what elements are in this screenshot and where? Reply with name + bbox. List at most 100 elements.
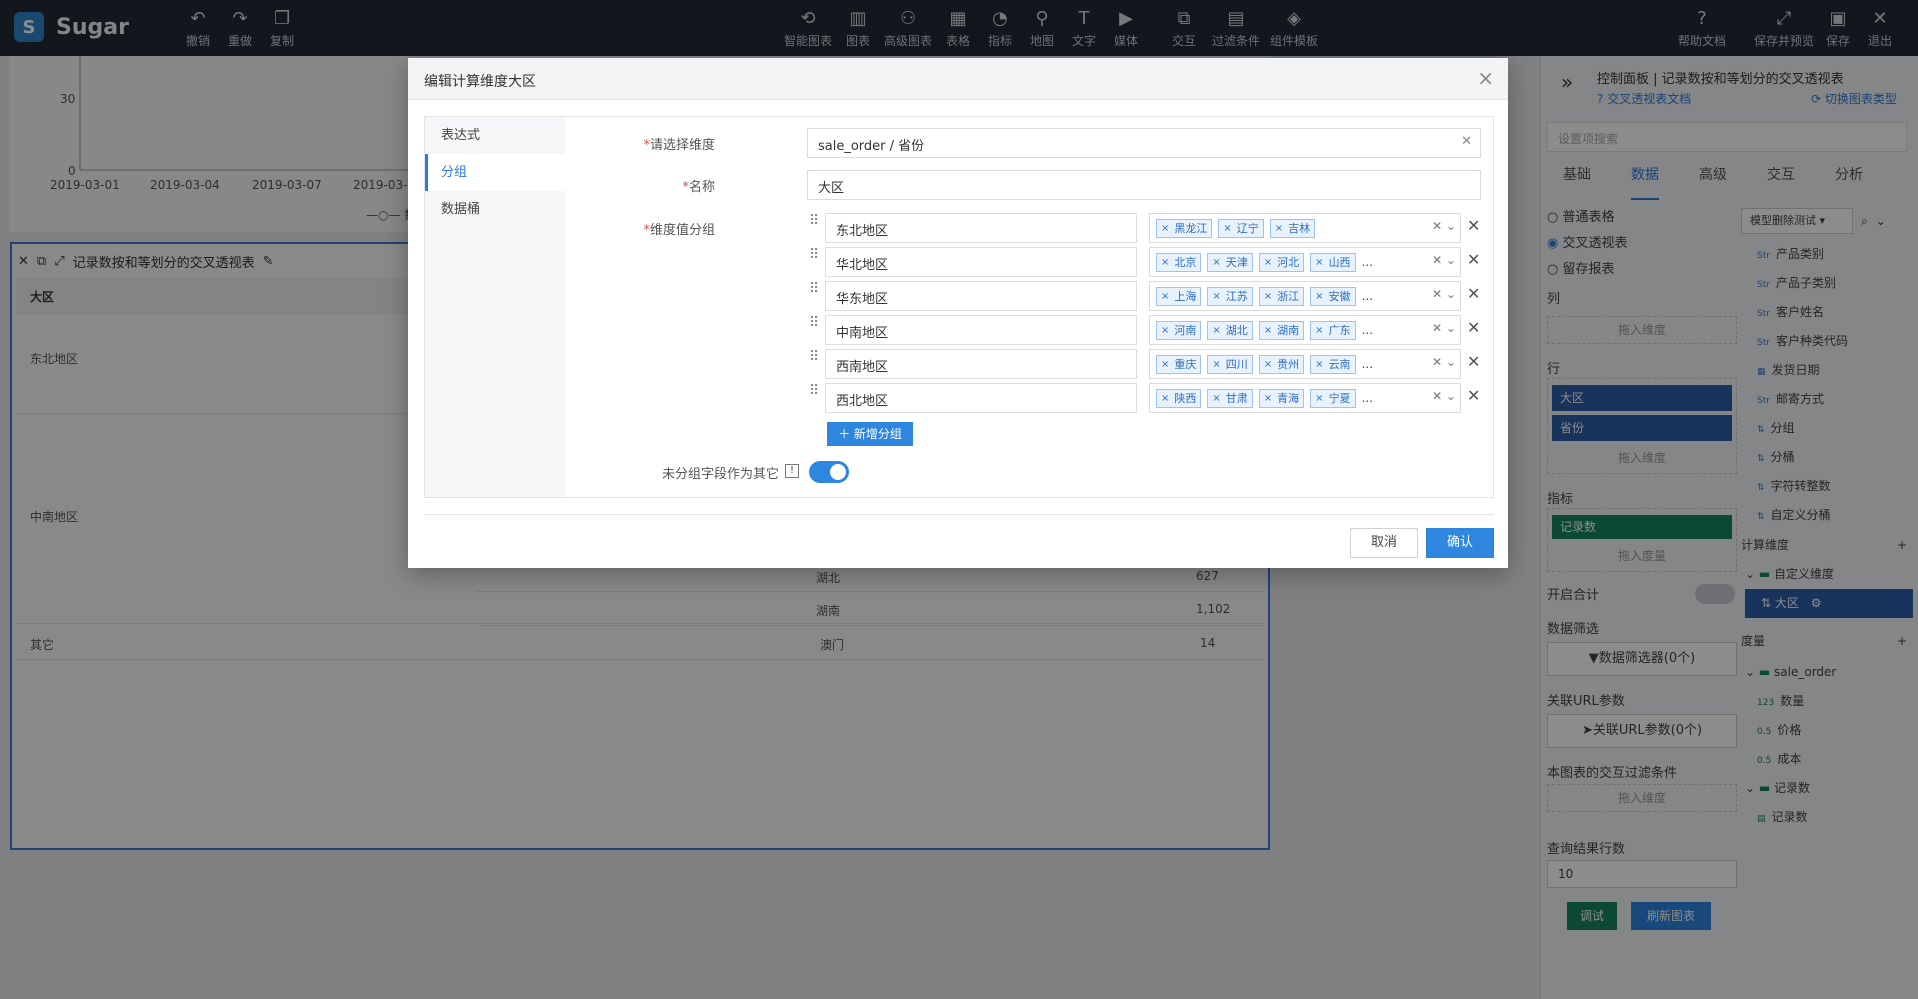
confirm-button[interactable]: 确认 (1426, 528, 1494, 558)
value-tag[interactable]: × 安徽 (1310, 286, 1356, 306)
group-values-select[interactable]: × 北京 × 天津 × 河北 × 山西 ... ✕ ⌄ (1149, 247, 1461, 277)
drag-handle-icon[interactable]: ⠿ (809, 281, 819, 297)
drag-handle-icon[interactable]: ⠿ (809, 349, 819, 365)
more-values: ... (1361, 391, 1374, 405)
value-tag[interactable]: × 宁夏 (1310, 388, 1356, 408)
drag-handle-icon[interactable]: ⠿ (809, 247, 819, 263)
delete-group-icon[interactable]: ✕ (1467, 284, 1480, 303)
group-name-input[interactable]: 西北地区 (825, 383, 1137, 413)
remove-tag-icon[interactable]: × (1264, 359, 1272, 370)
remove-tag-icon[interactable]: × (1315, 393, 1323, 404)
value-tag[interactable]: × 云南 (1310, 354, 1356, 374)
value-tag[interactable]: × 浙江 (1258, 286, 1305, 306)
remove-tag-icon[interactable]: × (1161, 325, 1169, 336)
clear-chevron-icon[interactable]: ✕ ⌄ (1432, 253, 1456, 267)
remove-tag-icon[interactable]: × (1161, 291, 1169, 302)
delete-group-icon[interactable]: ✕ (1467, 216, 1480, 235)
clear-chevron-icon[interactable]: ✕ ⌄ (1432, 355, 1456, 369)
group-name-input[interactable]: 中南地区 (825, 315, 1137, 345)
more-values: ... (1361, 289, 1374, 303)
remove-tag-icon[interactable]: × (1275, 223, 1283, 234)
delete-group-icon[interactable]: ✕ (1467, 318, 1480, 337)
side-item-expression[interactable]: 表达式 (425, 117, 565, 154)
group-values-select[interactable]: × 黑龙江 × 辽宁 × 吉林 ✕ ⌄ (1149, 213, 1461, 243)
value-tag[interactable]: × 吉林 (1269, 218, 1316, 238)
value-tag[interactable]: × 上海 (1156, 286, 1202, 306)
value-tag[interactable]: × 广东 (1310, 320, 1356, 340)
value-tag[interactable]: × 河北 (1258, 252, 1305, 272)
delete-group-icon[interactable]: ✕ (1467, 250, 1480, 269)
dialog-side-menu: 表达式 分组 数据桶 (425, 117, 565, 497)
more-values: ... (1361, 255, 1374, 269)
group-name-input[interactable]: 西南地区 (825, 349, 1137, 379)
dialog-body: 表达式 分组 数据桶 *请选择维度 sale_order / 省份 ✕ *名称 … (424, 116, 1494, 498)
plus-icon: ＋ (838, 427, 854, 441)
group-values-select[interactable]: × 河南 × 湖北 × 湖南 × 广东 ... ✕ ⌄ (1149, 315, 1461, 345)
value-tag[interactable]: × 辽宁 (1218, 218, 1264, 238)
close-icon[interactable]: × (1477, 66, 1494, 90)
drag-handle-icon[interactable]: ⠿ (809, 315, 819, 331)
value-tag[interactable]: × 陕西 (1156, 388, 1202, 408)
group-form: *请选择维度 sale_order / 省份 ✕ *名称 大区 *维度值分组 ⠿… (565, 117, 1493, 497)
remove-tag-icon[interactable]: × (1212, 393, 1220, 404)
more-values: ... (1361, 357, 1374, 371)
clear-chevron-icon[interactable]: ✕ ⌄ (1432, 389, 1456, 403)
value-tag[interactable]: × 北京 (1156, 252, 1202, 272)
more-values: ... (1361, 323, 1374, 337)
drag-handle-icon[interactable]: ⠿ (809, 383, 819, 399)
dialog-header: 编辑计算维度大区 × (408, 58, 1508, 100)
remove-tag-icon[interactable]: × (1212, 359, 1220, 370)
group-name-input[interactable]: 华东地区 (825, 281, 1137, 311)
group-values-select[interactable]: × 上海 × 江苏 × 浙江 × 安徽 ... ✕ ⌄ (1149, 281, 1461, 311)
clear-chevron-icon[interactable]: ✕ ⌄ (1432, 219, 1456, 233)
remove-tag-icon[interactable]: × (1161, 359, 1169, 370)
clear-chevron-icon[interactable]: ✕ ⌄ (1432, 321, 1456, 335)
side-item-group[interactable]: 分组 (425, 154, 565, 191)
remove-tag-icon[interactable]: × (1212, 257, 1220, 268)
dimension-select[interactable]: sale_order / 省份 ✕ (807, 128, 1481, 158)
remove-tag-icon[interactable]: × (1264, 325, 1272, 336)
remove-tag-icon[interactable]: × (1161, 393, 1169, 404)
value-tag[interactable]: × 青海 (1258, 388, 1305, 408)
group-values-select[interactable]: × 重庆 × 四川 × 贵州 × 云南 ... ✕ ⌄ (1149, 349, 1461, 379)
remove-tag-icon[interactable]: × (1264, 291, 1272, 302)
drag-handle-icon[interactable]: ⠿ (809, 213, 819, 229)
value-tag[interactable]: × 四川 (1207, 354, 1253, 374)
remove-tag-icon[interactable]: × (1212, 325, 1220, 336)
remove-tag-icon[interactable]: × (1212, 291, 1220, 302)
value-tag[interactable]: × 山西 (1310, 252, 1356, 272)
delete-group-icon[interactable]: ✕ (1467, 352, 1480, 371)
value-tag[interactable]: × 湖北 (1207, 320, 1253, 340)
name-input[interactable]: 大区 (807, 170, 1481, 200)
remove-tag-icon[interactable]: × (1161, 257, 1169, 268)
remove-tag-icon[interactable]: × (1315, 359, 1323, 370)
value-tag[interactable]: × 贵州 (1258, 354, 1305, 374)
value-tag[interactable]: × 黑龙江 (1156, 218, 1213, 238)
clear-chevron-icon[interactable]: ✕ ⌄ (1432, 287, 1456, 301)
info-icon[interactable]: ! (785, 464, 799, 478)
remove-tag-icon[interactable]: × (1315, 291, 1323, 302)
remove-tag-icon[interactable]: × (1161, 223, 1169, 234)
value-tag[interactable]: × 天津 (1207, 252, 1253, 272)
ungrouped-as-other-toggle[interactable] (809, 461, 849, 483)
value-tag[interactable]: × 河南 (1156, 320, 1202, 340)
remove-tag-icon[interactable]: × (1223, 223, 1231, 234)
remove-tag-icon[interactable]: × (1264, 393, 1272, 404)
remove-tag-icon[interactable]: × (1264, 257, 1272, 268)
clear-icon[interactable]: ✕ (1461, 134, 1472, 149)
group-name-input[interactable]: 东北地区 (825, 213, 1137, 243)
dialog-footer-divider (424, 514, 1494, 515)
value-tag[interactable]: × 江苏 (1207, 286, 1253, 306)
cancel-button[interactable]: 取消 (1350, 528, 1418, 558)
side-item-bucket[interactable]: 数据桶 (425, 191, 565, 228)
value-tag[interactable]: × 甘肃 (1207, 388, 1253, 408)
groups-label: *维度值分组 (643, 223, 715, 238)
group-values-select[interactable]: × 陕西 × 甘肃 × 青海 × 宁夏 ... ✕ ⌄ (1149, 383, 1461, 413)
remove-tag-icon[interactable]: × (1315, 257, 1323, 268)
delete-group-icon[interactable]: ✕ (1467, 386, 1480, 405)
value-tag[interactable]: × 湖南 (1258, 320, 1305, 340)
add-group-button[interactable]: ＋ 新增分组 (827, 422, 913, 446)
remove-tag-icon[interactable]: × (1315, 325, 1323, 336)
value-tag[interactable]: × 重庆 (1156, 354, 1202, 374)
group-name-input[interactable]: 华北地区 (825, 247, 1137, 277)
